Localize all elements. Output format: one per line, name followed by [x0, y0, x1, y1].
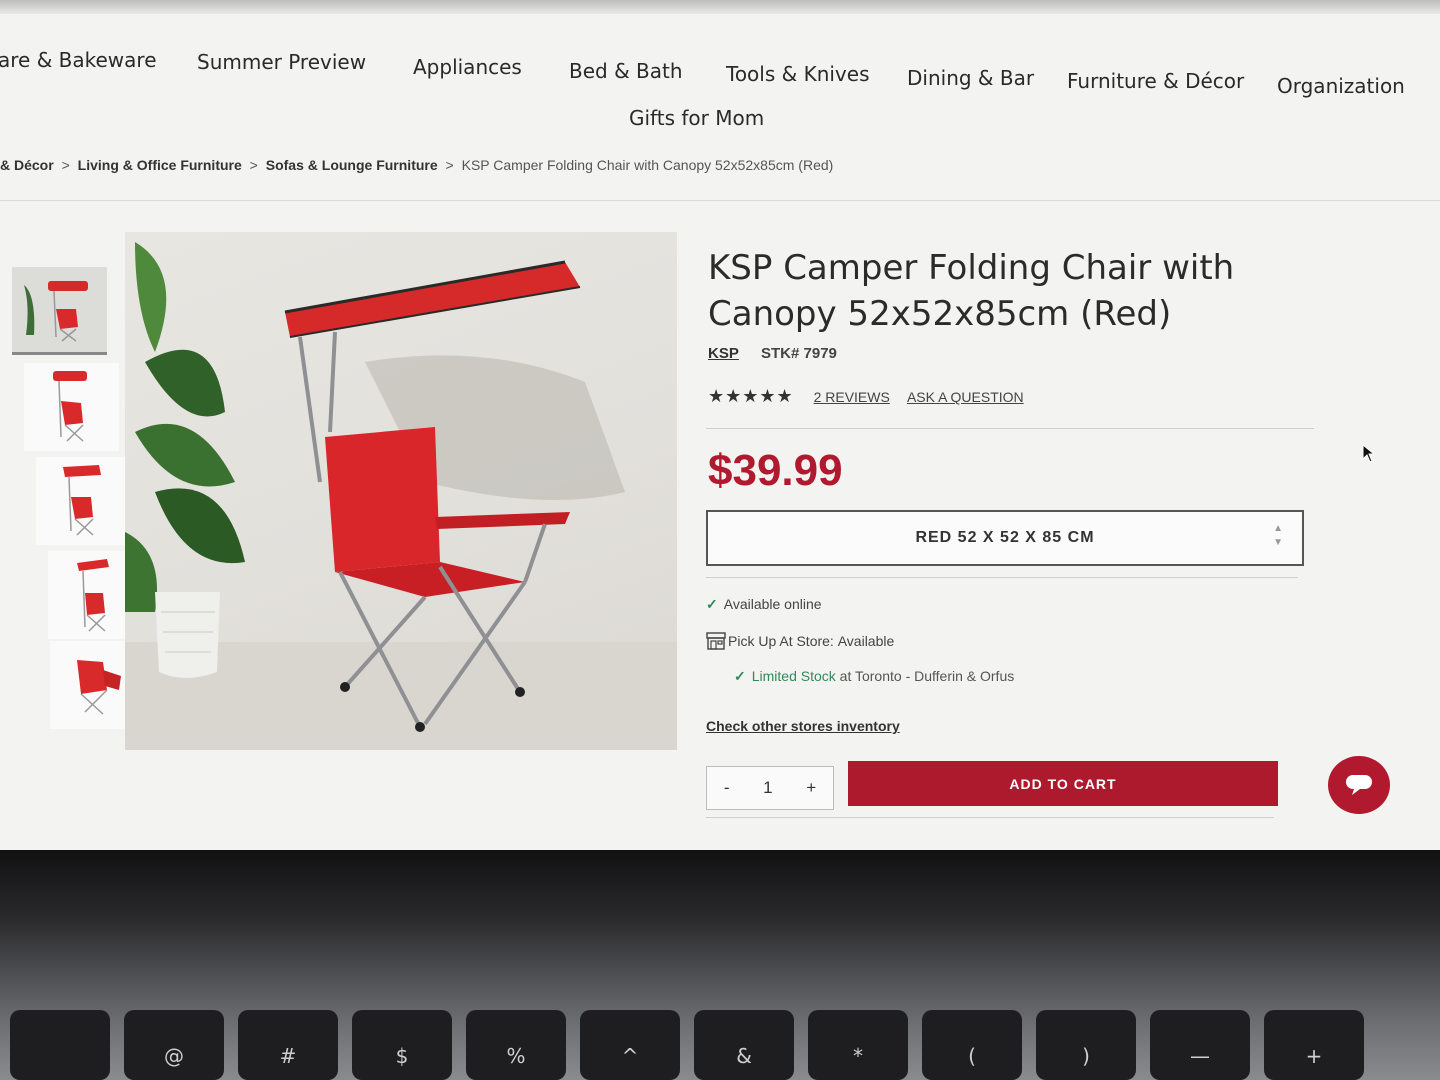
- main-nav: are & Bakeware Summer Preview Appliances…: [0, 40, 1440, 140]
- keyboard-key: *: [808, 1010, 908, 1080]
- thumbnail-2[interactable]: [24, 363, 119, 451]
- keyboard-key: #: [238, 1010, 338, 1080]
- chair-thumbnail-image: [62, 465, 101, 536]
- store-icon: [706, 632, 726, 650]
- ask-question-link[interactable]: ASK A QUESTION: [907, 389, 1024, 405]
- product-meta: KSP STK# 7979: [708, 345, 837, 362]
- stock-status: ✓ Limited Stock at Toronto - Dufferin & O…: [734, 668, 1014, 685]
- breadcrumb: & Décor > Living & Office Furniture > So…: [0, 157, 1000, 173]
- nav-item-summer-preview[interactable]: Summer Preview: [197, 50, 366, 74]
- product-price: $39.99: [708, 446, 843, 495]
- keyboard-key: %: [466, 1010, 566, 1080]
- nav-item-dining-bar[interactable]: Dining & Bar: [907, 66, 1034, 90]
- breadcrumb-item-living-office[interactable]: Living & Office Furniture: [78, 157, 242, 173]
- checkmark-icon: ✓: [734, 668, 746, 684]
- keyboard-key: ): [1036, 1010, 1136, 1080]
- availability-online-text: Available online: [723, 596, 822, 612]
- thumbnail-3[interactable]: [36, 457, 131, 545]
- mouse-cursor-icon: [1362, 444, 1376, 463]
- product-main-image[interactable]: [125, 232, 677, 750]
- chair-thumbnail-image: [23, 280, 88, 342]
- keyboard-key: —: [1150, 1010, 1250, 1080]
- breadcrumb-current: KSP Camper Folding Chair with Canopy 52x…: [461, 157, 834, 173]
- quantity-stepper: - 1 +: [706, 766, 834, 810]
- browser-screen: are & Bakeware Summer Preview Appliances…: [0, 0, 1440, 850]
- breadcrumb-separator: >: [61, 157, 70, 173]
- screen-bezel: [0, 0, 1440, 14]
- breadcrumb-item-decor[interactable]: & Décor: [0, 157, 54, 173]
- nav-item-gifts-for-mom[interactable]: Gifts for Mom: [629, 106, 764, 130]
- keyboard-row: @ # $ % ^ & * ( ) — +: [0, 1010, 1440, 1080]
- chair-thumbnail-image: [76, 660, 121, 715]
- star-rating-icon: ★★★★★: [708, 386, 794, 406]
- qty-value[interactable]: 1: [763, 778, 772, 798]
- breadcrumb-item-sofas-lounge[interactable]: Sofas & Lounge Furniture: [266, 157, 438, 173]
- variant-select-value: RED 52 X 52 X 85 CM: [915, 529, 1095, 546]
- thumbnail-1[interactable]: [12, 267, 107, 355]
- nav-item-appliances[interactable]: Appliances: [413, 55, 522, 79]
- product-title-line-1: KSP Camper Folding Chair with: [708, 248, 1235, 288]
- nav-item-organization[interactable]: Organization: [1277, 74, 1405, 98]
- divider: [706, 428, 1314, 429]
- nav-item-bed-bath[interactable]: Bed & Bath: [569, 59, 683, 83]
- pickup-value: Available: [837, 633, 895, 649]
- brand-link[interactable]: KSP: [708, 345, 739, 362]
- keyboard-key: (: [922, 1010, 1022, 1080]
- pickup-status: Pick Up At Store: Available: [706, 632, 894, 650]
- product-title: KSP Camper Folding Chair with Canopy 52x…: [708, 245, 1328, 337]
- divider: [0, 200, 1440, 201]
- chair-thumbnail-image: [52, 371, 87, 442]
- variant-select[interactable]: RED 52 X 52 X 85 CM ▲ ▼: [706, 510, 1304, 566]
- stock-number: STK# 7979: [761, 345, 837, 362]
- qty-increase-button[interactable]: +: [806, 778, 816, 798]
- check-stores-link[interactable]: Check other stores inventory: [706, 718, 900, 734]
- divider: [706, 817, 1274, 818]
- qty-decrease-button[interactable]: -: [724, 778, 730, 798]
- chat-button[interactable]: [1328, 756, 1390, 814]
- keyboard-key: [10, 1010, 110, 1080]
- stock-location: at Toronto - Dufferin & Orfus: [839, 668, 1015, 684]
- chat-bubble-icon: [1346, 775, 1372, 795]
- nav-item-bakeware[interactable]: are & Bakeware: [0, 48, 157, 72]
- pickup-label: Pick Up At Store:: [728, 633, 834, 649]
- stock-level: Limited Stock: [751, 668, 836, 684]
- nav-item-furniture-decor[interactable]: Furniture & Décor: [1067, 69, 1244, 93]
- keyboard-key: @: [124, 1010, 224, 1080]
- select-arrows-icon: ▲ ▼: [1273, 523, 1284, 548]
- chair-thumbnail-image: [76, 559, 109, 632]
- divider: [706, 577, 1298, 578]
- keyboard-key: $: [352, 1010, 452, 1080]
- add-to-cart-button[interactable]: ADD TO CART: [848, 761, 1278, 806]
- breadcrumb-separator: >: [445, 157, 454, 173]
- checkmark-icon: ✓: [706, 596, 718, 612]
- reviews-link[interactable]: 2 REVIEWS: [814, 389, 890, 405]
- breadcrumb-separator: >: [249, 157, 258, 173]
- keyboard-key: ^: [580, 1010, 680, 1080]
- keyboard-key: +: [1264, 1010, 1364, 1080]
- availability-online: ✓ Available online: [706, 596, 822, 613]
- camp-chair-image: [125, 242, 677, 750]
- product-title-line-2: Canopy 52x52x85cm (Red): [708, 294, 1172, 334]
- rating-row: ★★★★★ 2 REVIEWS ASK A QUESTION: [708, 386, 1038, 407]
- nav-item-tools-knives[interactable]: Tools & Knives: [726, 62, 870, 86]
- keyboard-key: &: [694, 1010, 794, 1080]
